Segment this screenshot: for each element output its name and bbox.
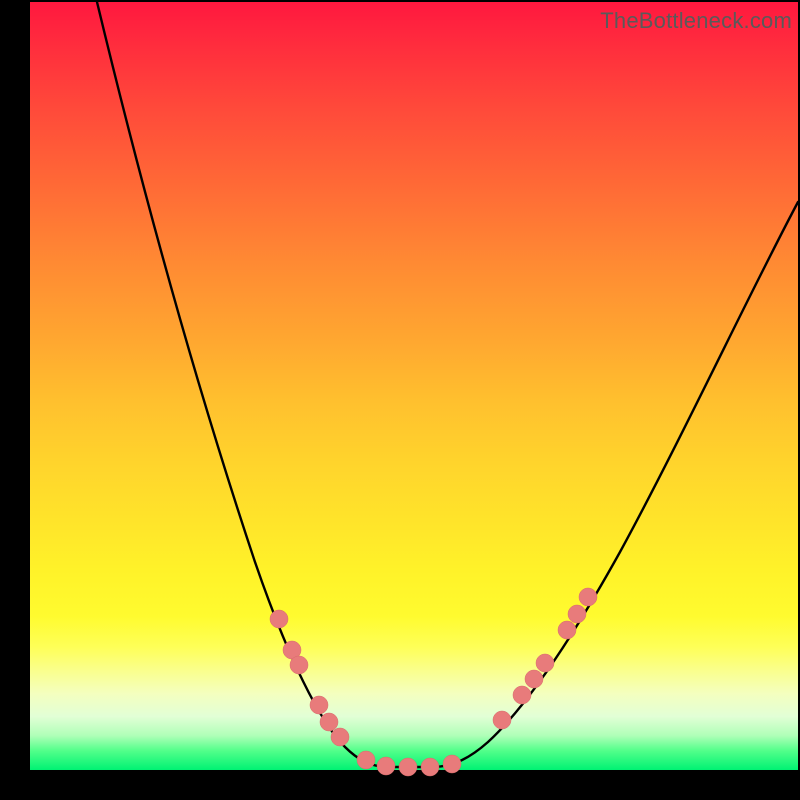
highlight-dot	[270, 610, 288, 628]
highlight-dots-group	[270, 588, 597, 776]
highlight-dot	[525, 670, 543, 688]
highlight-dot	[558, 621, 576, 639]
highlight-dot	[357, 751, 375, 769]
highlight-dot	[536, 654, 554, 672]
curve-svg	[30, 2, 798, 770]
highlight-dot	[377, 757, 395, 775]
highlight-dot	[421, 758, 439, 776]
highlight-dot	[579, 588, 597, 606]
highlight-dot	[320, 713, 338, 731]
highlight-dot	[331, 728, 349, 746]
highlight-dot	[513, 686, 531, 704]
highlight-dot	[493, 711, 511, 729]
bottleneck-curve	[97, 2, 798, 767]
highlight-dot	[310, 696, 328, 714]
plot-area: TheBottleneck.com	[30, 2, 798, 770]
highlight-dot	[290, 656, 308, 674]
highlight-dot	[399, 758, 417, 776]
highlight-dot	[443, 755, 461, 773]
chart-frame: TheBottleneck.com	[0, 0, 800, 800]
highlight-dot	[568, 605, 586, 623]
